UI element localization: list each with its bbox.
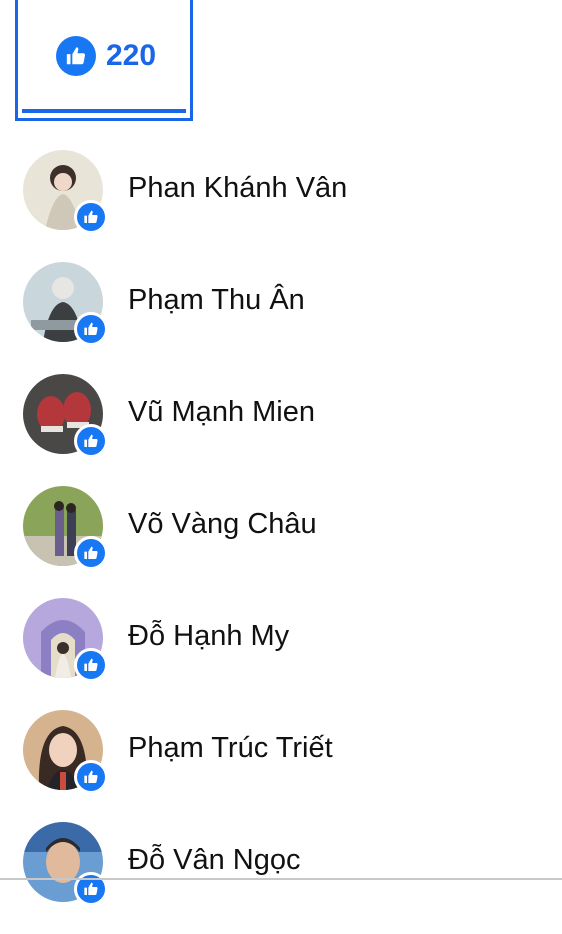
thumbs-up-icon <box>56 36 96 76</box>
person-name[interactable]: Đỗ Hạnh My <box>128 620 289 653</box>
list-item[interactable]: Phạm Trúc Triết <box>0 710 562 822</box>
reaction-count: 220 <box>106 39 157 72</box>
like-badge-icon <box>74 312 108 346</box>
list-item[interactable]: Đỗ Hạnh My <box>0 598 562 710</box>
like-badge-icon <box>74 200 108 234</box>
active-tab-underline <box>22 109 186 113</box>
like-badge-icon <box>74 760 108 794</box>
person-name[interactable]: Phan Khánh Vân <box>128 172 347 205</box>
list-item[interactable]: Phan Khánh Vân <box>0 150 562 262</box>
reactions-tab-all[interactable]: 220 <box>15 0 193 121</box>
like-badge-icon <box>74 536 108 570</box>
person-name[interactable]: Võ Vàng Châu <box>128 508 317 541</box>
reactions-tab-content: 220 <box>56 36 156 76</box>
person-name[interactable]: Vũ Mạnh Mien <box>128 396 315 429</box>
like-badge-icon <box>74 648 108 682</box>
person-name[interactable]: Phạm Thu Ân <box>128 284 305 317</box>
reactors-list: Phan Khánh Vân Phạm Thu Ân Vũ Mạnh Mien … <box>0 150 562 934</box>
list-item[interactable]: Phạm Thu Ân <box>0 262 562 374</box>
like-badge-icon <box>74 424 108 458</box>
person-name[interactable]: Đỗ Vân Ngọc <box>128 844 301 877</box>
list-item[interactable]: Vũ Mạnh Mien <box>0 374 562 486</box>
list-item[interactable]: Võ Vàng Châu <box>0 486 562 598</box>
person-name[interactable]: Phạm Trúc Triết <box>128 732 333 765</box>
